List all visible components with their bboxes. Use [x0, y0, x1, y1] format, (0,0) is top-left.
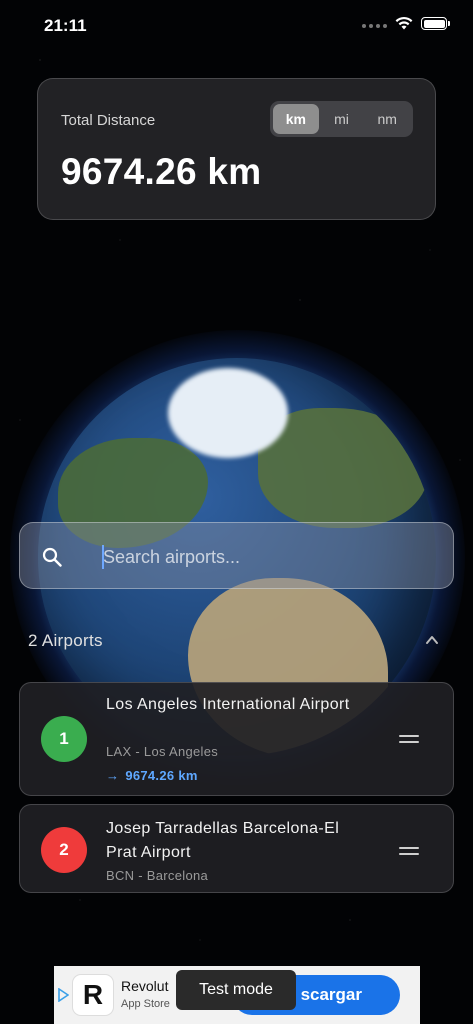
drag-handle-icon[interactable]	[399, 735, 419, 743]
airport-order-badge: 1	[41, 716, 87, 762]
signal-icon	[362, 24, 387, 28]
total-distance-value: 9674.26 km	[61, 151, 262, 192]
wifi-icon	[395, 16, 413, 30]
airport-leg-distance: → 9674.26 km	[106, 768, 198, 783]
status-time: 21:11	[44, 16, 87, 35]
ad-store-label: App Store	[121, 998, 170, 1010]
leg-distance-value: 9674.26 km	[125, 768, 198, 783]
search-icon	[42, 547, 62, 567]
airport-order-badge: 2	[41, 827, 87, 873]
test-mode-label: Test mode	[176, 970, 296, 1010]
adchoices-icon[interactable]	[57, 988, 69, 1002]
unit-selector: km mi nm	[270, 101, 413, 137]
total-distance-label: Total Distance	[61, 112, 156, 129]
airport-code-city: BCN - Barcelona	[106, 868, 209, 883]
chevron-up-icon[interactable]	[425, 633, 439, 647]
drag-handle-icon[interactable]	[399, 847, 419, 855]
arrow-right-icon: →	[106, 768, 120, 783]
search-input[interactable]	[103, 541, 433, 573]
unit-nm-button[interactable]: nm	[364, 104, 410, 134]
battery-icon	[421, 17, 450, 30]
status-bar: 21:11	[0, 0, 473, 50]
airport-card[interactable]: 1 Los Angeles International Airport LAX …	[19, 682, 454, 796]
airport-name: Los Angeles International Airport	[106, 696, 350, 713]
airport-card[interactable]: 2 Josep Tarradellas Barcelona-El Prat Ai…	[19, 804, 454, 893]
ad-app-name: Revolut	[121, 978, 169, 994]
advertiser-logo: R	[72, 974, 114, 1016]
total-distance-card: Total Distance 9674.26 km km mi nm	[37, 78, 436, 220]
airport-name: Josep Tarradellas Barcelona-El Prat Airp…	[106, 820, 340, 861]
airport-code-city: LAX - Los Angeles	[106, 744, 219, 759]
search-bar[interactable]	[19, 522, 454, 589]
unit-mi-button[interactable]: mi	[319, 104, 365, 134]
unit-km-button[interactable]: km	[273, 104, 319, 134]
airport-count-label: 2 Airports	[28, 631, 103, 650]
polar-ice	[168, 368, 288, 458]
